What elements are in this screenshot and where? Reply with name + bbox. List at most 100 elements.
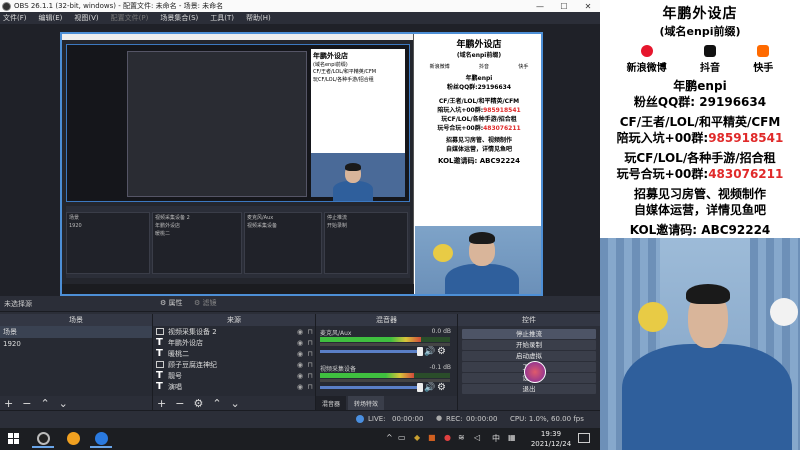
promo-title: 年鹏外设店	[662, 6, 738, 22]
weibo-icon	[640, 45, 653, 57]
text-source-icon: T	[156, 348, 163, 359]
menu-help[interactable]: 帮助(H)	[246, 13, 271, 23]
promo-handle: 年鹏enpi	[673, 79, 727, 93]
source-settings-gear-icon[interactable]: ⚙	[193, 397, 203, 410]
nested-title-bar	[62, 34, 413, 40]
nested-track-2: 视频采集设备	[247, 223, 278, 229]
volume-slider[interactable]	[320, 347, 423, 356]
menu-view[interactable]: 视图(V)	[74, 13, 98, 23]
menu-profile[interactable]: 配置文件(P)	[111, 13, 149, 23]
tab-transitions[interactable]: 转场特效	[348, 396, 385, 410]
nested-scene-2: 1920	[69, 223, 82, 229]
stop-streaming-button[interactable]: 停止推流	[462, 329, 596, 339]
eye-icon[interactable]: ◉	[295, 328, 305, 336]
volume-knob[interactable]	[417, 383, 423, 392]
taskbar-obs-icon[interactable]	[32, 430, 54, 448]
scene-item[interactable]: 1920	[0, 338, 152, 350]
network-icon[interactable]: ▭	[398, 433, 406, 442]
tray-app-red-icon[interactable]: ●	[444, 433, 451, 442]
add-scene-button[interactable]: +	[4, 397, 13, 410]
tray-app-icon[interactable]: ■	[428, 433, 436, 442]
preview-line6: 自媒体运营，详情见鱼吧	[445, 146, 512, 153]
properties-button[interactable]: ⚙ 属性	[160, 298, 183, 308]
taskbar-app-q-icon[interactable]	[90, 430, 112, 448]
filters-button[interactable]: ⚙ 滤镜	[194, 298, 217, 308]
add-source-button[interactable]: +	[157, 397, 166, 410]
menu-file[interactable]: 文件(F)	[3, 13, 27, 23]
move-down-icon[interactable]: ⌄	[59, 397, 68, 410]
audio-mixer-dock: 混音器 麦克风/Aux 0.0 dB 🔊 ⚙ 视频采集设备 -0.1 dB 🔊 …	[316, 314, 458, 410]
kuaishou-icon	[757, 45, 770, 57]
eye-icon[interactable]: ◉	[295, 372, 305, 380]
remove-source-button[interactable]: −	[175, 397, 184, 410]
chevron-up-icon[interactable]: ^	[386, 433, 393, 442]
move-down-icon[interactable]: ⌄	[231, 397, 240, 410]
move-up-icon[interactable]: ⌃	[212, 397, 221, 410]
text-source-icon: T	[156, 370, 163, 381]
nested-promo-title: 年鹏外设店	[313, 52, 348, 60]
remove-scene-button[interactable]: −	[22, 397, 31, 410]
nested-sources: 视频采集设备 2 年鹏外设店 暖桃二	[152, 212, 242, 274]
exit-button[interactable]: 退出	[462, 384, 596, 394]
lock-icon[interactable]: ⊓	[305, 383, 315, 391]
level-meter	[320, 337, 450, 342]
source-row[interactable]: T 年鹏外设店 ◉ ⊓	[153, 337, 315, 348]
menu-bar: 文件(F) 编辑(E) 视图(V) 配置文件(P) 场景集合(S) 工具(T) …	[0, 12, 600, 24]
track-name: 麦克风/Aux	[320, 330, 352, 337]
keyboard-icon[interactable]: ▦	[508, 433, 516, 442]
preview-social-douyin: 抖音	[478, 64, 489, 70]
social-weibo: 新浪微博	[627, 45, 667, 74]
eye-icon[interactable]: ◉	[295, 361, 305, 369]
taskbar-clock[interactable]: 19:39 2021/12/24	[527, 429, 575, 449]
eye-icon[interactable]: ◉	[295, 339, 305, 347]
tab-mixer[interactable]: 混音器	[316, 396, 347, 410]
source-row[interactable]: T 靓号 ◉ ⊓	[153, 370, 315, 381]
menu-edit[interactable]: 编辑(E)	[39, 13, 63, 23]
speaker-icon[interactable]: 🔊	[424, 383, 435, 393]
ime-indicator[interactable]: 中	[492, 433, 500, 444]
gear-icon[interactable]: ⚙	[437, 382, 446, 393]
promo-line3: 玩CF/LOL/各种手游/招合租	[624, 151, 776, 165]
promo-line1: CF/王者/LOL/和平精英/CFM	[619, 115, 781, 129]
speaker-icon[interactable]: 🔊	[424, 347, 435, 357]
shield-icon[interactable]: ◆	[414, 433, 420, 442]
notification-icon[interactable]	[578, 433, 590, 443]
volume-slider[interactable]	[320, 383, 423, 392]
nested-taskbar	[62, 284, 414, 294]
program-preview[interactable]: 年鹏外设店 (域名enpi前缀) CF/王者/LOL/和平精英/CFM 玩CF/…	[60, 32, 543, 296]
scene-item[interactable]: 场景	[0, 326, 152, 338]
plush-toy-pikachu	[638, 302, 668, 332]
track-name: 视频采集设备	[320, 366, 357, 373]
lock-icon[interactable]: ⊓	[305, 350, 315, 358]
lock-icon[interactable]: ⊓	[305, 372, 315, 380]
menu-scene-collection[interactable]: 场景集合(S)	[160, 13, 198, 23]
taskbar-app-g-icon[interactable]	[62, 430, 84, 448]
sources-dock: 来源 视频采集设备 2 ◉ ⊓ T 年鹏外设店 ◉ ⊓ T 暖桃二 ◉ ⊓ 顾子豆腐连…	[153, 314, 316, 410]
minimize-button[interactable]: —	[528, 2, 552, 11]
maximize-button[interactable]: ☐	[552, 2, 576, 11]
wifi-icon[interactable]: ≋	[458, 433, 465, 442]
source-row[interactable]: 顾子豆腐连神纪 ◉ ⊓	[153, 359, 315, 370]
preview-promo-title: 年鹏外设店	[456, 40, 502, 50]
menu-tools[interactable]: 工具(T)	[210, 13, 234, 23]
media-source-icon	[156, 361, 164, 368]
lock-icon[interactable]: ⊓	[305, 339, 315, 347]
webcam-feed	[600, 238, 800, 450]
close-button[interactable]: ✕	[576, 2, 600, 11]
lock-icon[interactable]: ⊓	[305, 328, 315, 336]
source-row[interactable]: T 演唱 ◉ ⊓	[153, 381, 315, 392]
lock-icon[interactable]: ⊓	[305, 361, 315, 369]
start-recording-button[interactable]: 开始录制	[462, 340, 596, 350]
volume-knob[interactable]	[417, 347, 423, 356]
start-virtual-camera-button[interactable]: 启动虚拟	[462, 351, 596, 361]
source-row[interactable]: 视频采集设备 2 ◉ ⊓	[153, 326, 315, 337]
move-up-icon[interactable]: ⌃	[40, 397, 49, 410]
source-label: 演唱	[168, 382, 182, 391]
volume-icon[interactable]: ◁	[474, 433, 480, 442]
eye-icon[interactable]: ◉	[295, 383, 305, 391]
source-row[interactable]: T 暖桃二 ◉ ⊓	[153, 348, 315, 359]
eye-icon[interactable]: ◉	[295, 350, 305, 358]
gear-icon[interactable]: ⚙	[437, 346, 446, 357]
windows-start-icon[interactable]	[8, 433, 20, 445]
media-source-icon	[156, 328, 164, 335]
